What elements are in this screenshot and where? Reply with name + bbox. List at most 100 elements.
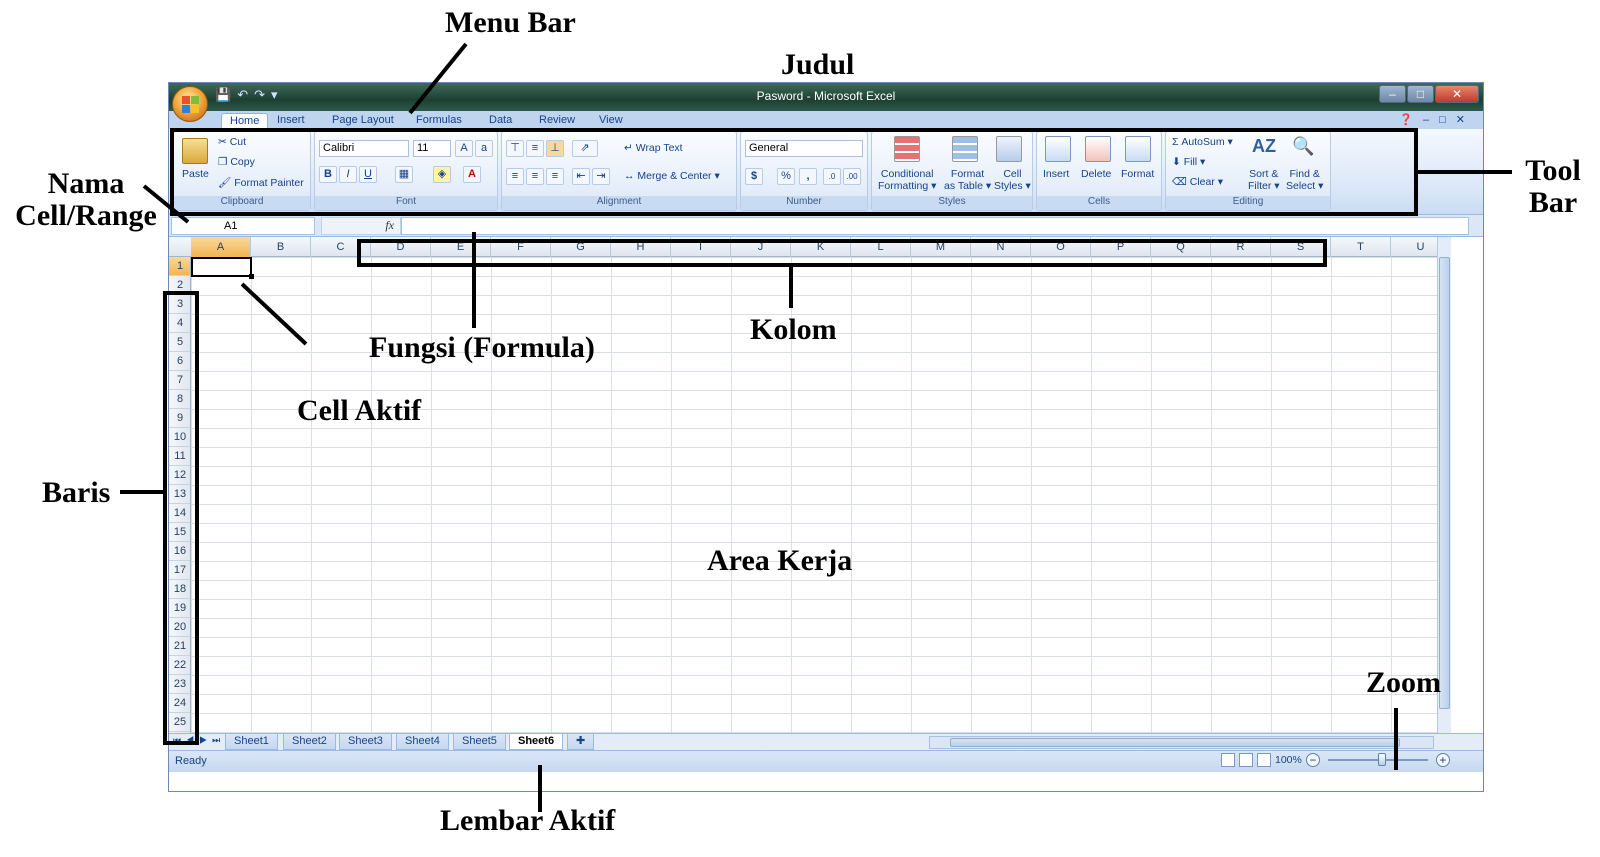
tab-page-layout[interactable]: Page Layout [324, 113, 402, 127]
zoom-in-button[interactable]: + [1435, 753, 1450, 767]
zoom-slider[interactable] [1327, 753, 1428, 766]
column-header[interactable]: Q [1151, 237, 1211, 257]
row-header[interactable]: 5 [169, 333, 190, 352]
tab-review[interactable]: Review [531, 113, 583, 127]
page-break-view-icon[interactable] [1257, 753, 1271, 767]
row-header[interactable]: 25 [169, 713, 190, 732]
row-header[interactable]: 12 [169, 466, 190, 485]
column-header[interactable]: H [611, 237, 671, 257]
row-header[interactable]: 4 [169, 314, 190, 333]
zoom-out-button[interactable]: − [1305, 753, 1320, 767]
column-header[interactable]: N [971, 237, 1031, 257]
sheet-tab-2[interactable]: Sheet2 [283, 734, 336, 750]
orientation-icon[interactable]: ⇗ [572, 140, 598, 157]
tab-data[interactable]: Data [481, 113, 520, 127]
row-header[interactable]: 23 [169, 675, 190, 694]
tab-view[interactable]: View [591, 113, 631, 127]
column-header[interactable]: B [251, 237, 311, 257]
minimize-button[interactable]: – [1379, 85, 1406, 103]
name-box[interactable]: A1 [171, 217, 315, 235]
align-center-icon[interactable]: ≡ [526, 168, 544, 185]
font-size-combo[interactable]: 11 [413, 140, 451, 157]
insert-sheet-icon[interactable]: ✚ [567, 734, 595, 750]
row-header[interactable]: 9 [169, 409, 190, 428]
row-header[interactable]: 16 [169, 542, 190, 561]
decrease-decimal-icon[interactable]: .00 [843, 168, 861, 185]
fill-button[interactable]: ⬇ Fill ▾ [1172, 156, 1205, 168]
row-header[interactable]: 22 [169, 656, 190, 675]
align-left-icon[interactable]: ≡ [506, 168, 524, 185]
currency-button[interactable]: $ [745, 168, 763, 185]
column-header[interactable]: G [551, 237, 611, 257]
sort-filter-button[interactable]: Sort & Filter ▾ [1248, 168, 1280, 192]
cut-button[interactable]: ✂ Cut [218, 136, 246, 148]
align-top-icon[interactable]: ⊤ [506, 140, 524, 157]
borders-icon[interactable]: ▦ [395, 166, 413, 183]
autosum-button[interactable]: Σ AutoSum ▾ [1172, 136, 1233, 148]
horizontal-scrollbar[interactable] [929, 736, 1434, 749]
sheet-tab-1[interactable]: Sheet1 [225, 734, 278, 750]
column-header[interactable]: E [431, 237, 491, 257]
restore-button[interactable]: □ [1407, 85, 1434, 103]
italic-button[interactable]: I [339, 166, 357, 183]
font-color-icon[interactable]: A [463, 166, 481, 183]
column-header[interactable]: K [791, 237, 851, 257]
row-header[interactable]: 8 [169, 390, 190, 409]
sheet-tab-6[interactable]: Sheet6 [509, 734, 564, 750]
close-button[interactable]: ✕ [1435, 85, 1479, 103]
format-button[interactable]: Format [1121, 168, 1154, 180]
sheet-navigation-icon[interactable]: ⏮◀▶⏭ [173, 735, 225, 746]
sheet-tab-3[interactable]: Sheet3 [339, 734, 392, 750]
column-header[interactable]: J [731, 237, 791, 257]
row-header[interactable]: 13 [169, 485, 190, 504]
undo-icon[interactable]: ↶ [237, 87, 248, 103]
row-header[interactable]: 17 [169, 561, 190, 580]
font-name-combo[interactable]: Calibri [319, 140, 409, 157]
row-header[interactable]: 20 [169, 618, 190, 637]
fx-icon[interactable]: fx [321, 217, 401, 235]
zoom-level[interactable]: 100% [1275, 754, 1302, 766]
column-header[interactable]: D [371, 237, 431, 257]
fill-handle[interactable] [249, 274, 254, 279]
comma-button[interactable]: , [799, 168, 817, 185]
align-right-icon[interactable]: ≡ [546, 168, 564, 185]
row-header[interactable]: 24 [169, 694, 190, 713]
active-cell[interactable] [191, 257, 254, 279]
shrink-font-icon[interactable]: a [475, 140, 493, 157]
insert-button[interactable]: Insert [1043, 168, 1069, 180]
find-select-button[interactable]: Find & Select ▾ [1286, 168, 1323, 192]
row-header[interactable]: 21 [169, 637, 190, 656]
underline-button[interactable]: U [359, 166, 377, 183]
column-header[interactable]: L [851, 237, 911, 257]
tab-home[interactable]: Home [221, 113, 269, 128]
align-bottom-icon[interactable]: ⊥ [546, 140, 564, 157]
help-icon[interactable]: ❓–□✕ [1399, 113, 1475, 126]
row-header[interactable]: 19 [169, 599, 190, 618]
vertical-scroll-thumb[interactable] [1439, 257, 1450, 709]
merge-center-button[interactable]: ↔ Merge & Center ▾ [624, 170, 720, 182]
column-header[interactable]: C [311, 237, 371, 257]
paste-button[interactable]: Paste [182, 168, 209, 180]
horizontal-scroll-thumb[interactable] [950, 738, 1400, 747]
copy-button[interactable]: ❐ Copy [218, 156, 255, 168]
format-as-table-button[interactable]: Format as Table ▾ [944, 168, 991, 192]
tab-insert[interactable]: Insert [269, 113, 313, 127]
increase-decimal-icon[interactable]: .0 [823, 168, 841, 185]
column-header[interactable]: I [671, 237, 731, 257]
row-header[interactable]: 2 [169, 276, 190, 295]
column-header[interactable]: T [1331, 237, 1391, 257]
delete-button[interactable]: Delete [1081, 168, 1111, 180]
clear-button[interactable]: ⌫ Clear ▾ [1172, 176, 1223, 188]
number-format-combo[interactable]: General [745, 140, 863, 157]
row-header[interactable]: 14 [169, 504, 190, 523]
row-header[interactable]: 11 [169, 447, 190, 466]
row-header[interactable]: 15 [169, 523, 190, 542]
grow-font-icon[interactable]: A [455, 140, 473, 157]
normal-view-icon[interactable] [1221, 753, 1235, 767]
office-button[interactable] [172, 86, 208, 122]
redo-icon[interactable]: ↷ [254, 87, 265, 103]
column-header[interactable]: R [1211, 237, 1271, 257]
bold-button[interactable]: B [319, 166, 337, 183]
tab-formulas[interactable]: Formulas [408, 113, 470, 127]
wrap-text-button[interactable]: ↵ Wrap Text [624, 142, 683, 154]
